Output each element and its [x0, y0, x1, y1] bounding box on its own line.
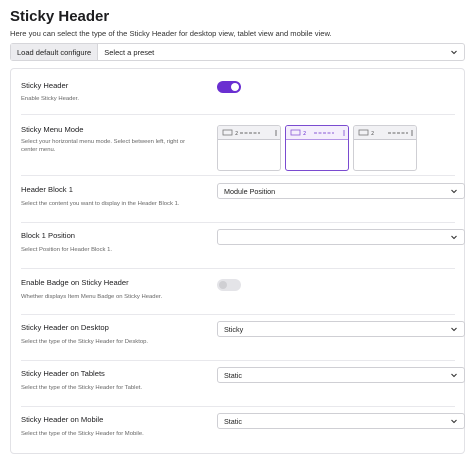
setting-label: Header Block 1 — [21, 185, 73, 194]
menu-mode-options: 2 2 2 — [217, 125, 417, 171]
enable-badge-toggle[interactable] — [217, 279, 241, 291]
setting-help: Enable Sticky Header. — [21, 96, 79, 102]
setting-header-block-1: Header Block 1 Select the content you wa… — [21, 183, 465, 213]
setting-sticky-desktop: Sticky Header on Desktop Select the type… — [21, 321, 465, 351]
setting-help: Select your horizontal menu mode. Select… — [21, 139, 186, 153]
chevron-down-icon — [450, 371, 458, 379]
sticky-mobile-select[interactable]: Static — [217, 413, 465, 429]
sticky-tablets-select[interactable]: Static — [217, 367, 465, 383]
preset-bar: Load default configure Select a preset — [10, 43, 465, 61]
setting-help: Select the content you want to display i… — [21, 201, 180, 207]
chevron-down-icon — [450, 233, 458, 241]
page-title: Sticky Header — [10, 8, 110, 25]
setting-label: Sticky Header on Desktop — [21, 323, 109, 332]
chevron-down-icon — [450, 48, 458, 56]
setting-label: Sticky Header on Tablets — [21, 369, 105, 378]
setting-label: Enable Badge on Sticky Header — [21, 278, 129, 287]
select-value: Sticky — [224, 324, 244, 334]
setting-help: Select Position for Header Block 1. — [21, 247, 113, 253]
setting-sticky-menu-mode: Sticky Menu Mode Select your horizontal … — [21, 125, 455, 173]
settings-panel: Sticky Header Enable Sticky Header. Stic… — [10, 68, 465, 454]
menu-left-preview-icon: 2 — [222, 129, 277, 137]
divider — [21, 268, 455, 269]
divider — [21, 406, 455, 407]
divider — [21, 360, 455, 361]
toggle-knob — [219, 281, 227, 289]
menu-right-preview-icon: 2 — [358, 129, 413, 137]
setting-sticky-mobile: Sticky Header on Mobile Select the type … — [21, 413, 465, 443]
setting-sticky-header: Sticky Header Enable Sticky Header. — [21, 81, 455, 111]
svg-text:2: 2 — [303, 131, 306, 137]
setting-help: Select the type of the Sticky Header for… — [21, 339, 149, 345]
setting-label: Sticky Menu Mode — [21, 125, 84, 134]
header-block-1-select[interactable]: Module Position — [217, 183, 465, 199]
menu-center-preview-icon: 2 — [290, 129, 345, 137]
divider — [21, 114, 455, 115]
chevron-down-icon — [450, 417, 458, 425]
load-default-button[interactable]: Load default configure — [11, 44, 99, 60]
setting-sticky-tablets: Sticky Header on Tablets Select the type… — [21, 367, 465, 397]
setting-label: Sticky Header on Mobile — [21, 415, 104, 424]
setting-help: Select the type of the Sticky Header for… — [21, 431, 144, 437]
setting-block-1-position: Block 1 Position Select Position for Hea… — [21, 229, 465, 259]
menu-mode-center[interactable]: 2 — [285, 125, 349, 171]
preset-select-value: Select a preset — [104, 47, 155, 57]
menu-mode-left[interactable]: 2 — [217, 125, 281, 171]
divider — [21, 175, 455, 176]
svg-text:2: 2 — [371, 131, 374, 137]
select-value: Static — [224, 416, 242, 426]
block-1-position-select[interactable] — [217, 229, 465, 245]
toggle-knob — [231, 83, 239, 91]
divider — [21, 222, 455, 223]
setting-enable-badge: Enable Badge on Sticky Header Whether di… — [21, 276, 455, 306]
divider — [21, 314, 455, 315]
select-value: Static — [224, 370, 242, 380]
setting-label: Block 1 Position — [21, 231, 76, 240]
sticky-header-toggle[interactable] — [217, 81, 241, 93]
select-value: Module Position — [224, 186, 276, 196]
setting-help: Whether displays Item Menu Badge on Stic… — [21, 294, 163, 300]
svg-text:2: 2 — [235, 131, 238, 137]
sticky-desktop-select[interactable]: Sticky — [217, 321, 465, 337]
setting-label: Sticky Header — [21, 81, 69, 90]
preset-select[interactable]: Select a preset — [98, 44, 464, 60]
setting-help: Select the type of the Sticky Header for… — [21, 385, 143, 391]
page-description: Here you can select the type of the Stic… — [10, 29, 332, 38]
menu-mode-right[interactable]: 2 — [353, 125, 417, 171]
chevron-down-icon — [450, 187, 458, 195]
chevron-down-icon — [450, 325, 458, 333]
